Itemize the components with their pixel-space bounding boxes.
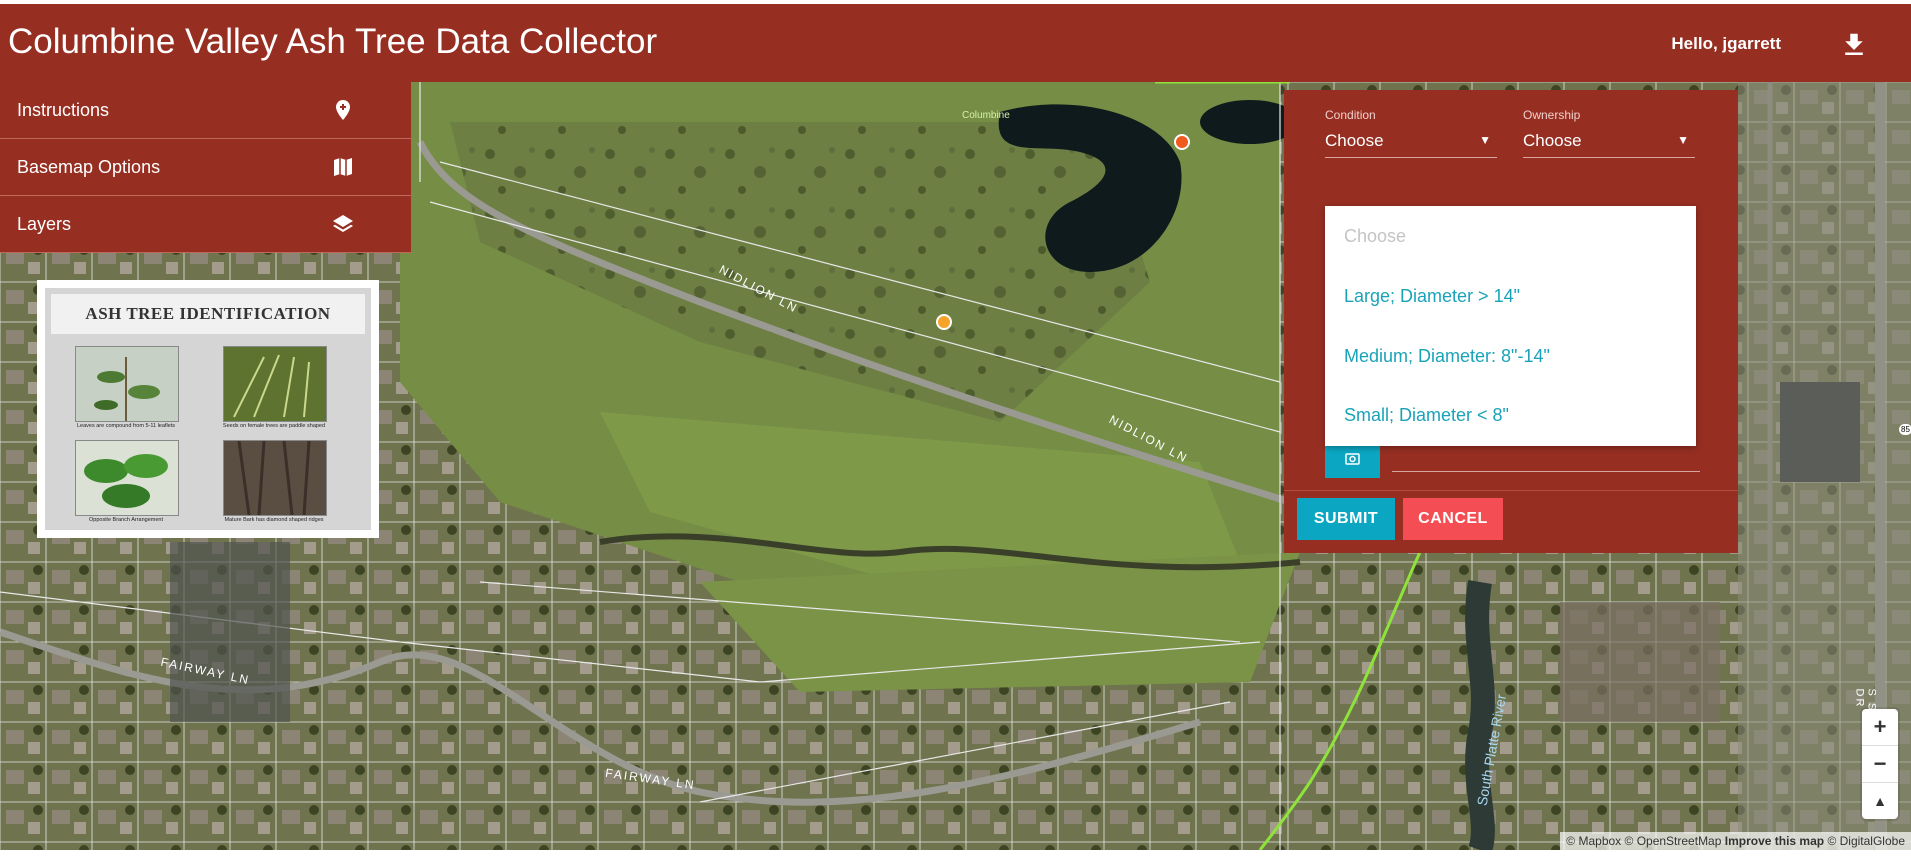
size-option-small[interactable]: Small; Diameter < 8" (1344, 405, 1509, 426)
bark-photo (223, 440, 327, 516)
id-card-caption: Mature Bark has diamond shaped ridges (224, 517, 324, 523)
id-card-caption: Seeds on female trees are paddle shaped (222, 423, 326, 429)
condition-select[interactable]: Choose ▼ (1325, 127, 1497, 158)
map-icon (331, 155, 355, 179)
map-marker-plus-icon (331, 98, 355, 122)
app-header: Columbine Valley Ash Tree Data Collector… (0, 4, 1911, 82)
leaf-photo (75, 346, 179, 422)
id-card-caption: Opposite Branch Arrangement (89, 517, 163, 523)
id-card-title: ASH TREE IDENTIFICATION (51, 294, 365, 334)
app-title: Columbine Valley Ash Tree Data Collector (8, 22, 658, 61)
attribution-mapbox[interactable]: © Mapbox (1566, 834, 1621, 848)
size-option-placeholder[interactable]: Choose (1344, 226, 1406, 247)
condition-label: Condition (1325, 108, 1376, 122)
menu-item-label: Layers (17, 214, 72, 234)
size-option-large[interactable]: Large; Diameter > 14" (1344, 286, 1520, 307)
highway-shield: 85 (1899, 424, 1911, 435)
ownership-label: Ownership (1523, 108, 1581, 122)
zoom-control: + − ▲ (1862, 709, 1898, 819)
menu-item-layers[interactable]: Layers (0, 196, 411, 253)
ownership-value: Choose (1523, 131, 1582, 150)
divider (1284, 490, 1738, 491)
cancel-button[interactable]: CANCEL (1403, 498, 1503, 540)
menu-item-basemap-options[interactable]: Basemap Options (0, 139, 411, 196)
map-attribution: © Mapbox © OpenStreetMap Improve this ma… (1560, 832, 1911, 850)
menu-item-instructions[interactable]: Instructions (0, 82, 411, 139)
condition-value: Choose (1325, 131, 1384, 150)
user-greeting: Hello, jgarrett (1671, 34, 1781, 53)
attribution-osm[interactable]: © OpenStreetMap (1625, 834, 1722, 848)
zoom-out-button[interactable]: − (1862, 746, 1898, 783)
size-option-medium[interactable]: Medium; Diameter: 8"-14" (1344, 346, 1550, 367)
compass-button[interactable]: ▲ (1862, 783, 1898, 819)
ash-tree-id-card: ASH TREE IDENTIFICATION Leaves are compo… (37, 280, 379, 538)
improve-map-link[interactable]: Improve this map (1725, 834, 1824, 848)
menu-item-label: Instructions (17, 100, 110, 120)
size-dropdown-menu: Choose Large; Diameter > 14" Medium; Dia… (1325, 206, 1696, 446)
id-card-caption: Leaves are compound from 5-11 leaflets (76, 423, 176, 429)
attribution-digitalglobe[interactable]: © DigitalGlobe (1827, 834, 1905, 848)
branch-photo (75, 440, 179, 516)
dropdown-caret-icon: ▼ (1479, 133, 1491, 147)
photo-file-field[interactable] (1392, 471, 1700, 472)
submit-button[interactable]: SUBMIT (1297, 498, 1395, 540)
side-menu: Instructions Basemap Options Layers (0, 82, 411, 253)
ownership-select[interactable]: Choose ▼ (1523, 127, 1695, 158)
zoom-in-button[interactable]: + (1862, 709, 1898, 746)
seed-photo (223, 346, 327, 422)
map-label-columbine: Columbine (962, 110, 1010, 121)
layers-icon (331, 212, 355, 236)
dropdown-caret-icon: ▼ (1677, 133, 1689, 147)
download-icon[interactable] (1839, 30, 1869, 60)
menu-item-label: Basemap Options (17, 157, 161, 177)
